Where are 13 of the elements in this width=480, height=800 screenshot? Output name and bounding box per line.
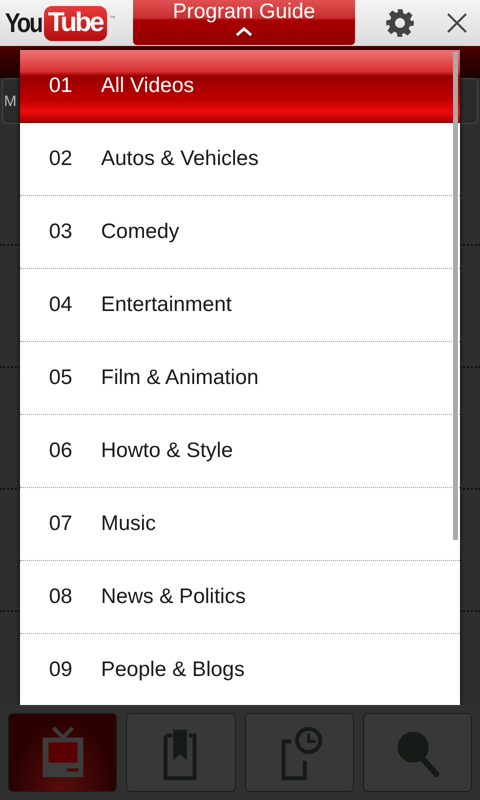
logo-badge: Tube: [44, 6, 106, 40]
category-item[interactable]: 01 All Videos: [20, 50, 460, 123]
tab-button[interactable]: [126, 713, 236, 792]
settings-icon[interactable]: [385, 8, 415, 38]
chevron-icon: [235, 27, 253, 36]
program-guide-button[interactable]: Program Guide: [133, 0, 355, 45]
tab-button[interactable]: [244, 713, 354, 792]
close-icon[interactable]: [447, 13, 467, 33]
logo-text: You: [5, 8, 42, 38]
field-text: M: [3, 92, 16, 110]
tab-button[interactable]: [362, 713, 472, 792]
tab-button[interactable]: [8, 713, 118, 792]
category-item[interactable]: 08 News & Politics: [20, 561, 460, 634]
